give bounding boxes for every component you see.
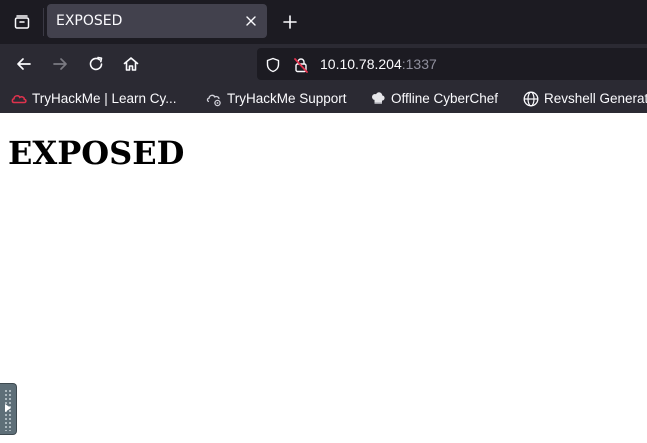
reload-button[interactable] — [84, 52, 108, 76]
bookmark-tryhackme[interactable]: TryHackMe | Learn Cy... — [10, 84, 177, 113]
tab-strip: EXPOSED — [0, 0, 647, 44]
bookmarks-toolbar: TryHackMe | Learn Cy... TryHackMe Suppor… — [0, 84, 647, 113]
home-icon — [123, 57, 139, 71]
bookmark-revshell-generator[interactable]: Revshell Generator — [522, 84, 647, 113]
reload-icon — [89, 56, 103, 71]
tryhackme-icon — [10, 90, 28, 108]
bookmark-label: TryHackMe | Learn Cy... — [32, 91, 177, 106]
new-tab-button[interactable] — [278, 10, 302, 34]
chef-hat-icon — [369, 90, 387, 108]
url-text[interactable]: 10.10.78.204:1337 — [320, 48, 437, 80]
bookmark-label: TryHackMe Support — [227, 91, 347, 106]
back-arrow-icon — [17, 58, 31, 70]
navigation-toolbar: 10.10.78.204:1337 — [0, 44, 647, 84]
close-icon — [246, 16, 256, 26]
page-content: EXPOSED — [0, 113, 647, 443]
url-host: 10.10.78.204 — [320, 56, 402, 72]
address-bar[interactable]: 10.10.78.204:1337 — [257, 48, 647, 80]
plus-icon — [283, 15, 297, 29]
page-heading: EXPOSED — [8, 134, 185, 172]
tab-list-button[interactable] — [0, 0, 44, 44]
tab-title: EXPOSED — [56, 13, 123, 29]
tab-exposed[interactable]: EXPOSED — [47, 4, 267, 38]
tab-list-icon — [14, 15, 30, 29]
home-button[interactable] — [119, 52, 143, 76]
bookmark-label: Offline CyberChef — [391, 91, 499, 106]
cloud-settings-icon — [205, 90, 223, 108]
expand-arrow-icon — [5, 404, 11, 412]
site-info-button[interactable] — [292, 56, 310, 74]
tracking-protection-button[interactable] — [264, 56, 282, 74]
shield-icon — [266, 57, 280, 73]
forward-arrow-icon — [53, 58, 67, 70]
globe-icon — [522, 90, 540, 108]
bookmark-offline-cyberchef[interactable]: Offline CyberChef — [369, 84, 498, 113]
bookmark-label: Revshell Generator — [544, 91, 647, 106]
url-port: :1337 — [401, 56, 437, 72]
bookmark-tryhackme-support[interactable]: TryHackMe Support — [205, 84, 347, 113]
sidebar-toggle-handle[interactable] — [0, 383, 17, 435]
back-button[interactable] — [12, 52, 36, 76]
tab-close-button[interactable] — [241, 11, 261, 31]
insecure-lock-icon — [294, 58, 308, 73]
forward-button[interactable] — [48, 52, 72, 76]
